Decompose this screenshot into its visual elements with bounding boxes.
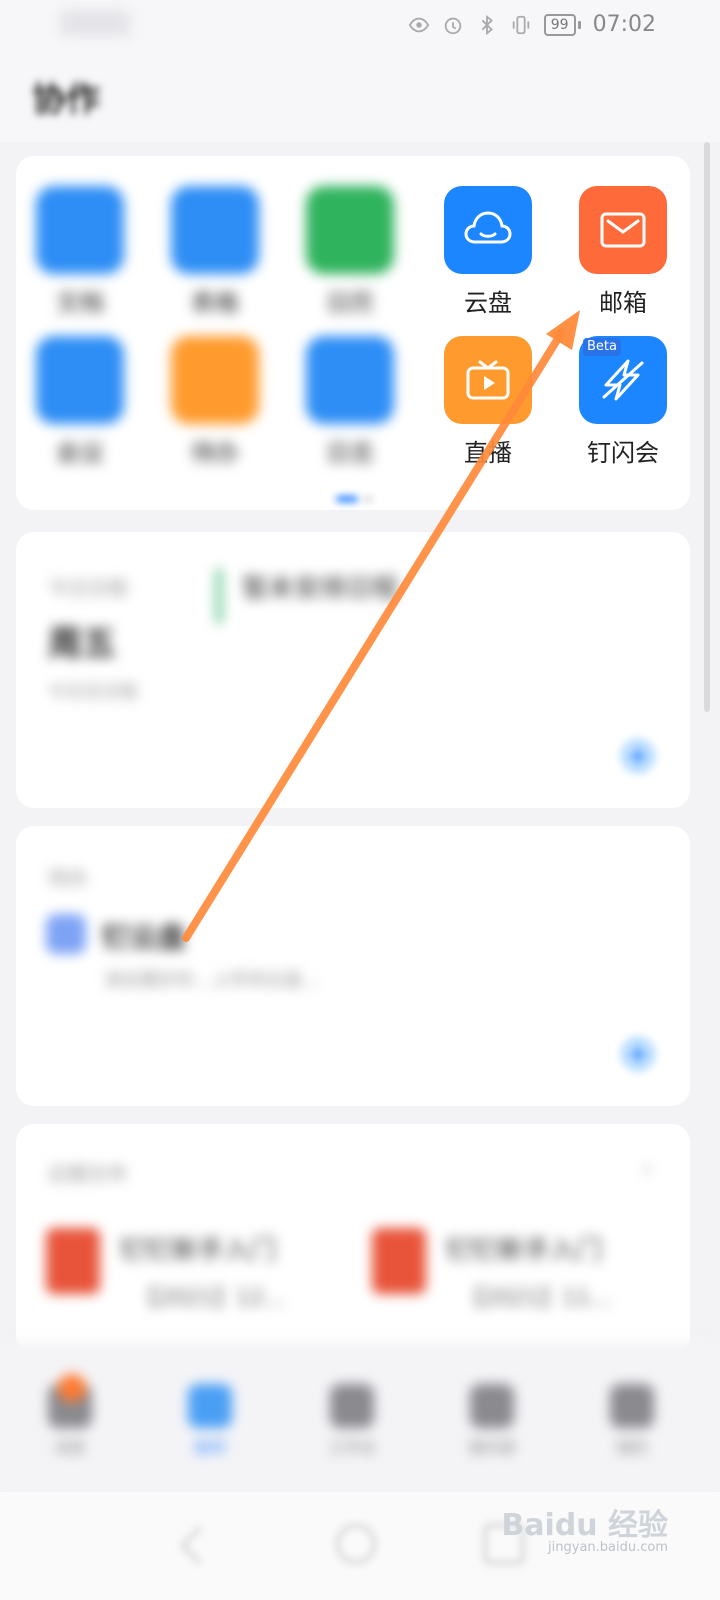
app-label: 会议 (56, 439, 104, 467)
app-log[interactable]: 日志 (290, 336, 410, 486)
alarm-icon (444, 17, 462, 34)
app-docs[interactable]: 文档 (20, 186, 140, 336)
app-meeting[interactable]: 会议 (20, 336, 140, 486)
nav-label: 通讯录 (467, 1438, 516, 1457)
app-cloud-drive[interactable]: 云盘 (428, 186, 548, 336)
app-label: 钉闪会 (587, 439, 659, 467)
calendar-icon (306, 186, 394, 274)
todo-card[interactable]: 待办 钉云盘 请设置好你…上传到云盘… + (16, 826, 690, 1106)
flash-icon: Beta (579, 336, 667, 424)
nav-contacts[interactable]: 通讯录 (452, 1384, 532, 1458)
schedule-day: 周五 (48, 624, 116, 664)
cloud-icon (444, 186, 532, 274)
schedule-card[interactable]: 今日日程 周五 今日无日程 暂未安排日程 + (16, 532, 690, 808)
page-title: 协作 (32, 80, 100, 120)
file-name[interactable]: 钉钉新手入门 (120, 1230, 276, 1267)
file-name[interactable]: 钉钉新手入门 (446, 1230, 602, 1267)
battery-level: 99 (543, 13, 576, 36)
todo-desc: 请设置好你…上传到云盘… (104, 970, 320, 991)
home-icon[interactable] (336, 1524, 376, 1564)
collab-icon (188, 1384, 232, 1428)
app-mailbox[interactable]: 邮箱 (563, 186, 683, 336)
app-calendar[interactable]: 日历 (290, 186, 410, 336)
sheet-icon (171, 186, 259, 274)
watermark-brand: Baidu 经验 (501, 1508, 668, 1543)
app-label: 直播 (464, 439, 512, 467)
nav-label: 协作 (193, 1438, 226, 1457)
back-icon[interactable] (180, 1526, 219, 1565)
app-label: 表格 (191, 289, 239, 317)
app-label: 日志 (326, 439, 374, 467)
app-sheets[interactable]: 表格 (155, 186, 275, 336)
clock: 07:02 (592, 12, 656, 37)
nav-label: 消息 (53, 1438, 86, 1457)
recent-files-caption: 近期文件 (48, 1162, 128, 1186)
battery-indicator: 99 (543, 13, 581, 36)
header: 协作 (0, 50, 720, 142)
file-sub: 【2021】12... (136, 1286, 285, 1311)
app-label: 日历 (326, 289, 374, 317)
app-flash-meeting[interactable]: Beta 钉闪会 (563, 336, 683, 486)
nav-workbench[interactable]: 工作台 (312, 1384, 392, 1458)
todo-icon (171, 336, 259, 424)
nav-label: 工作台 (327, 1438, 376, 1457)
beta-badge: Beta (583, 338, 621, 356)
video-icon (36, 336, 124, 424)
chevron-right-icon[interactable]: › (642, 1154, 652, 1184)
add-schedule-button[interactable]: + (620, 738, 656, 774)
file-sub: 【2021】11... (462, 1286, 611, 1311)
nav-messages[interactable]: 消息 (30, 1374, 110, 1458)
nav-collab[interactable]: 协作 (170, 1384, 250, 1458)
contacts-icon (470, 1384, 514, 1428)
doc-icon (36, 186, 124, 274)
page-indicator (336, 496, 372, 502)
schedule-caption: 今日日程 (48, 576, 128, 600)
workbench-icon (330, 1384, 374, 1428)
message-icon (48, 1374, 92, 1428)
watermark-url: jingyan.baidu.com (548, 1540, 668, 1555)
schedule-sub: 今日无日程 (48, 682, 138, 703)
app-label: 文档 (56, 289, 104, 317)
event-marker (216, 568, 222, 624)
signal-indicator (60, 10, 130, 36)
add-todo-button[interactable]: + (620, 1036, 656, 1072)
pdf-file-icon (372, 1228, 426, 1294)
eye-icon (408, 17, 430, 32)
app-label: 云盘 (464, 289, 512, 317)
status-bar: 99 07:02 (0, 0, 720, 50)
profile-icon (610, 1384, 654, 1428)
nav-me[interactable]: 我的 (592, 1384, 672, 1458)
schedule-event: 暂未安排日程 (242, 574, 399, 604)
log-icon (306, 336, 394, 424)
vibrate-icon (512, 15, 530, 34)
bottom-nav: 消息 协作 工作台 通讯录 我的 (0, 1342, 720, 1492)
bluetooth-icon (481, 14, 493, 35)
unread-badge (58, 1374, 86, 1402)
scrollbar[interactable] (704, 142, 710, 712)
todo-name: 钉云盘 (102, 921, 187, 954)
pdf-file-icon (46, 1228, 100, 1294)
todo-caption: 待办 (48, 866, 88, 890)
app-label: 邮箱 (599, 289, 647, 317)
app-todo[interactable]: 待办 (155, 336, 275, 486)
app-label: 待办 (191, 439, 239, 467)
todo-app-icon (46, 914, 86, 954)
recent-files-card[interactable]: 近期文件 › 钉钉新手入门 【2021】12... 钉钉新手入门 【2021】1… (16, 1124, 690, 1354)
app-live[interactable]: 直播 (428, 336, 548, 486)
status-icons: 99 07:02 (408, 12, 656, 37)
nav-label: 我的 (615, 1438, 648, 1457)
apps-card: 文档 表格 日历 云盘 邮箱 会议 待办 日志 直播 Beta 钉闪会 (16, 156, 690, 510)
tv-icon (444, 336, 532, 424)
mail-icon (579, 186, 667, 274)
